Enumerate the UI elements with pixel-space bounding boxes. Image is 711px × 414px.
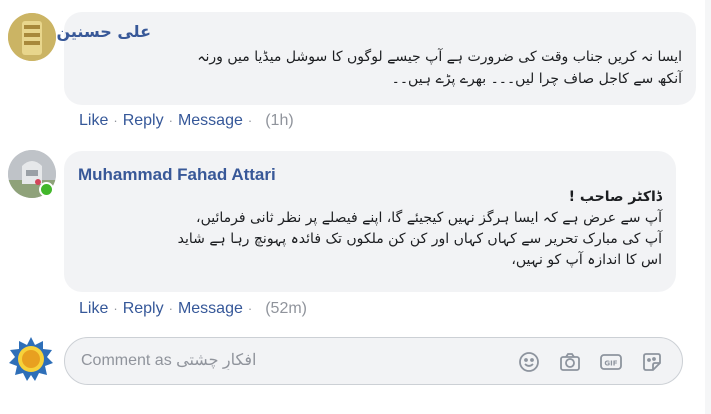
reply-link[interactable]: Reply [123,300,164,317]
separator: · [247,301,253,316]
comment-line: ایسا نہ کریں جناب وقت کی ضرورت ہے آپ جیس… [197,49,682,65]
camera-icon[interactable] [558,350,582,374]
comment-line: آنکھ سے کاجل صاف چرا لیں۔۔۔ بھرے پڑے ہیں… [391,71,682,87]
emoji-icon[interactable] [517,350,541,374]
timestamp[interactable]: (1h) [265,112,293,129]
scrollbar-track[interactable] [705,0,711,414]
comment-line: آپ سے عرض ہے کہ ایسا ہرگز نہیں کیجیئے گا… [196,210,662,226]
separator: · [168,301,173,316]
comment-line: آپ کی مبارک تحریر سے کہاں کہاں اور کن کن… [177,231,662,247]
separator: · [247,113,253,128]
like-link[interactable]: Like [79,112,108,129]
separator: · [113,301,118,316]
comment-actions: Like · Reply · Message · (52m) [79,300,307,318]
gif-icon[interactable]: GIF [599,350,623,374]
sticker-icon[interactable] [640,350,664,374]
like-link[interactable]: Like [79,300,108,317]
composer-icons: GIF [517,350,664,374]
comment-text: ڈاکٹر صاحب ! آپ سے عرض ہے کہ ایسا ہرگز ن… [178,187,662,271]
comment-line: اس کا اندازہ آپ کو نہیں، [511,252,662,268]
comment-text: ایسا نہ کریں جناب وقت کی ضرورت ہے آپ جیس… [197,46,682,90]
separator: · [168,113,173,128]
comment-bubble: Muhammad Fahad Attari ڈاکٹر صاحب ! آپ سے… [64,151,676,292]
message-link[interactable]: Message [178,300,243,317]
current-user-avatar [8,336,54,382]
message-link[interactable]: Message [178,112,243,129]
comment-composer[interactable]: GIF [64,337,683,385]
comment-line: ڈاکٹر صاحب ! [568,189,662,205]
separator: · [113,113,118,128]
reply-link[interactable]: Reply [123,112,164,129]
avatar[interactable] [8,13,56,61]
comment-author[interactable]: علی حسنین [57,22,152,41]
comment-author[interactable]: Muhammad Fahad Attari [78,165,276,185]
online-status-indicator [39,182,54,197]
comment-actions: Like · Reply · Message · (1h) [79,112,294,130]
comment-input[interactable] [81,348,511,374]
comment-bubble: علی حسنین ایسا نہ کریں جناب وقت کی ضرورت… [57,12,696,105]
timestamp[interactable]: (52m) [265,300,307,317]
svg-text:GIF: GIF [604,360,617,368]
